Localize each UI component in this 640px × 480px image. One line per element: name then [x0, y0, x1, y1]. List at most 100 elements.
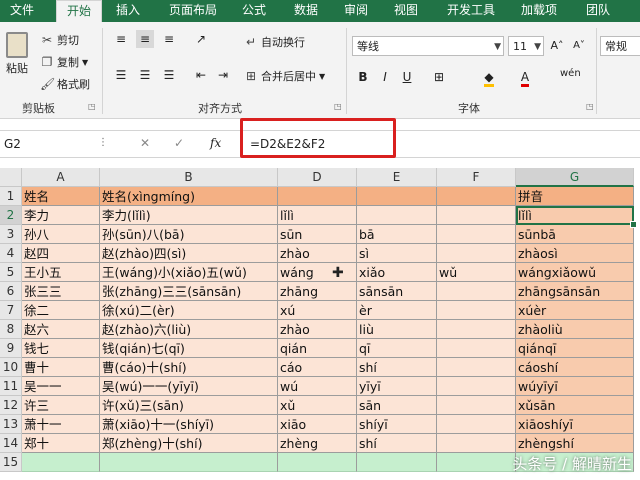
- align-bottom-icon[interactable]: ≡: [160, 30, 178, 48]
- row-header[interactable]: 10: [0, 358, 22, 377]
- cell-g9[interactable]: qiánqī: [516, 339, 634, 358]
- tab-formulas[interactable]: 公式: [232, 0, 276, 22]
- cell-f3[interactable]: [437, 225, 516, 244]
- cell-g1[interactable]: 拼音: [516, 187, 634, 206]
- cell-e4[interactable]: sì: [357, 244, 437, 263]
- orientation-icon[interactable]: ↗: [192, 30, 210, 48]
- cut-button[interactable]: ✂ 剪切: [40, 32, 79, 48]
- cell-b3[interactable]: 孙(sūn)八(bā): [100, 225, 278, 244]
- column-header-a[interactable]: A: [22, 168, 100, 187]
- cell-g3[interactable]: sūnbā: [516, 225, 634, 244]
- row-header[interactable]: 15: [0, 453, 22, 472]
- dialog-launcher-icon[interactable]: ◳: [586, 102, 594, 111]
- cell-a5[interactable]: 王小五: [22, 263, 100, 282]
- align-middle-icon[interactable]: ≡: [136, 30, 154, 48]
- cell-a2[interactable]: 李力: [22, 206, 100, 225]
- cell-a10[interactable]: 曹十: [22, 358, 100, 377]
- italic-button[interactable]: I: [376, 68, 394, 86]
- cell-e1[interactable]: [357, 187, 437, 206]
- row-header[interactable]: 4: [0, 244, 22, 263]
- cell-g13[interactable]: xiāoshíyī: [516, 415, 634, 434]
- cell-d5[interactable]: wáng: [278, 263, 357, 282]
- cell-d14[interactable]: zhèng: [278, 434, 357, 453]
- cell-a15[interactable]: [22, 453, 100, 472]
- cell-b2[interactable]: 李力(lǐlì): [100, 206, 278, 225]
- cell-d8[interactable]: zhào: [278, 320, 357, 339]
- cell-b15[interactable]: [100, 453, 278, 472]
- cell-g7[interactable]: xúèr: [516, 301, 634, 320]
- cell-a8[interactable]: 赵六: [22, 320, 100, 339]
- borders-icon[interactable]: ⊞: [430, 68, 448, 86]
- cell-b9[interactable]: 钱(qián)七(qī): [100, 339, 278, 358]
- row-header[interactable]: 1: [0, 187, 22, 206]
- row-header[interactable]: 2: [0, 206, 22, 225]
- cell-b4[interactable]: 赵(zhào)四(sì): [100, 244, 278, 263]
- cell-d7[interactable]: xú: [278, 301, 357, 320]
- cell-e7[interactable]: èr: [357, 301, 437, 320]
- cell-a4[interactable]: 赵四: [22, 244, 100, 263]
- tab-insert[interactable]: 插入: [106, 0, 150, 22]
- paste-button[interactable]: 粘贴: [6, 32, 28, 76]
- cell-f7[interactable]: [437, 301, 516, 320]
- cell-f6[interactable]: [437, 282, 516, 301]
- merge-center-button[interactable]: ⊞ 合并后居中 ▼: [244, 68, 325, 84]
- cell-f15[interactable]: [437, 453, 516, 472]
- cell-b7[interactable]: 徐(xú)二(èr): [100, 301, 278, 320]
- tab-review[interactable]: 审阅: [336, 0, 376, 22]
- decrease-indent-icon[interactable]: ⇤: [192, 66, 210, 84]
- increase-indent-icon[interactable]: ⇥: [214, 66, 232, 84]
- cell-b14[interactable]: 郑(zhèng)十(shí): [100, 434, 278, 453]
- cell-f4[interactable]: [437, 244, 516, 263]
- cell-f8[interactable]: [437, 320, 516, 339]
- cell-f14[interactable]: [437, 434, 516, 453]
- cell-a9[interactable]: 钱七: [22, 339, 100, 358]
- cell-e15[interactable]: [357, 453, 437, 472]
- cell-e11[interactable]: yīyī: [357, 377, 437, 396]
- cell-d9[interactable]: qián: [278, 339, 357, 358]
- cell-a3[interactable]: 孙八: [22, 225, 100, 244]
- cell-d10[interactable]: cáo: [278, 358, 357, 377]
- cell-g12[interactable]: xǔsān: [516, 396, 634, 415]
- grow-font-icon[interactable]: A˄: [548, 37, 566, 55]
- row-header[interactable]: 9: [0, 339, 22, 358]
- dialog-launcher-icon[interactable]: ◳: [88, 102, 96, 111]
- underline-button[interactable]: U: [398, 68, 416, 86]
- row-header[interactable]: 5: [0, 263, 22, 282]
- cell-f13[interactable]: [437, 415, 516, 434]
- cell-a7[interactable]: 徐二: [22, 301, 100, 320]
- cell-b6[interactable]: 张(zhāng)三三(sānsān): [100, 282, 278, 301]
- select-all-corner[interactable]: [0, 168, 22, 187]
- phonetic-guide-icon[interactable]: wén: [560, 68, 581, 79]
- cell-g8[interactable]: zhàoliù: [516, 320, 634, 339]
- cell-b5[interactable]: 王(wáng)小(xiǎo)五(wǔ): [100, 263, 278, 282]
- cell-f9[interactable]: [437, 339, 516, 358]
- cell-d11[interactable]: wú: [278, 377, 357, 396]
- cell-g11[interactable]: wúyīyī: [516, 377, 634, 396]
- tab-file[interactable]: 文件: [0, 0, 44, 22]
- row-header[interactable]: 11: [0, 377, 22, 396]
- insert-function-icon[interactable]: fx: [210, 136, 221, 150]
- cell-e2[interactable]: [357, 206, 437, 225]
- cell-f2[interactable]: [437, 206, 516, 225]
- cell-e14[interactable]: shí: [357, 434, 437, 453]
- cell-d3[interactable]: sūn: [278, 225, 357, 244]
- fill-color-icon[interactable]: ◆: [480, 68, 498, 87]
- cell-a6[interactable]: 张三三: [22, 282, 100, 301]
- cell-f11[interactable]: [437, 377, 516, 396]
- tab-home[interactable]: 开始: [56, 0, 102, 23]
- tab-view[interactable]: 视图: [386, 0, 426, 22]
- cell-d6[interactable]: zhāng: [278, 282, 357, 301]
- copy-button[interactable]: ❐ 复制 ▼: [40, 54, 89, 70]
- font-name-combo[interactable]: 等线 ▼: [352, 36, 504, 56]
- cell-e13[interactable]: shíyī: [357, 415, 437, 434]
- font-size-combo[interactable]: 11 ▼: [508, 36, 544, 56]
- cell-e8[interactable]: liù: [357, 320, 437, 339]
- cell-f12[interactable]: [437, 396, 516, 415]
- cell-f5[interactable]: wǔ: [437, 263, 516, 282]
- cell-g2[interactable]: lǐlì: [516, 206, 634, 225]
- bold-button[interactable]: B: [354, 68, 372, 86]
- dialog-launcher-icon[interactable]: ◳: [334, 102, 342, 111]
- tab-data[interactable]: 数据: [284, 0, 328, 22]
- cell-g14[interactable]: zhèngshí: [516, 434, 634, 453]
- name-box[interactable]: G2: [0, 133, 96, 155]
